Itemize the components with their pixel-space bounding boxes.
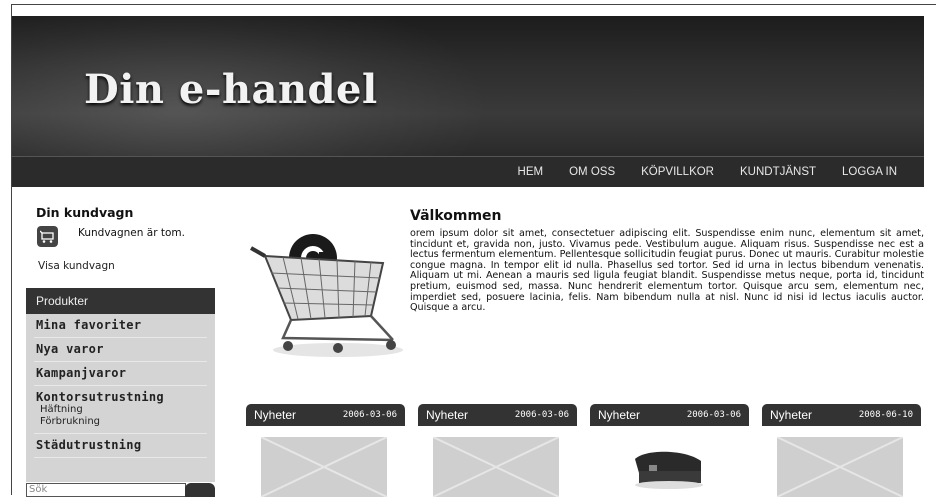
- news-label: Nyheter: [254, 408, 297, 422]
- news-label: Nyheter: [598, 408, 641, 422]
- search-input[interactable]: Sök: [26, 483, 186, 497]
- news-label: Nyheter: [770, 408, 813, 422]
- product-category-campaign[interactable]: Kampanjvaror: [34, 362, 207, 386]
- subcategory-forbrukning[interactable]: Förbrukning: [36, 416, 205, 428]
- news-date: 2006-03-06: [686, 410, 741, 420]
- search-box: Sök: [26, 483, 215, 497]
- nav-item-logga-in[interactable]: LOGGA IN: [829, 157, 910, 187]
- products-panel: Produkter Mina favoriter Nya varor Kampa…: [26, 288, 215, 482]
- news-label: Nyheter: [426, 408, 469, 422]
- product-category-favorites[interactable]: Mina favoriter: [34, 314, 207, 338]
- welcome-text: orem ipsum dolor sit amet, consectetuer …: [410, 228, 924, 314]
- news-date: 2006-03-06: [514, 410, 569, 420]
- site-logo[interactable]: Din e-handel: [84, 66, 378, 113]
- product-category-office[interactable]: Kontorsutrustning Häftning Förbrukning: [34, 386, 207, 434]
- shopping-cart-image: [243, 228, 408, 363]
- news-image-placeholder: [777, 437, 903, 497]
- search-button[interactable]: [185, 483, 215, 497]
- cart-empty-text: Kundvagnen är tom.: [78, 227, 185, 239]
- product-category-cleaning[interactable]: Städutrustning: [34, 434, 207, 458]
- view-cart-link[interactable]: Visa kundvagn: [38, 260, 115, 272]
- nav-item-kopvillkor[interactable]: KÖPVILLKOR: [628, 157, 727, 187]
- news-date: 2008-06-10: [858, 410, 913, 420]
- main-nav: HEM OM OSS KÖPVILLKOR KUNDTJÄNST LOGGA I…: [12, 156, 924, 187]
- nav-item-hem[interactable]: HEM: [505, 157, 557, 187]
- products-heading: Produkter: [26, 288, 215, 314]
- nav-item-om-oss[interactable]: OM OSS: [556, 157, 628, 187]
- stapler-image: [605, 437, 731, 497]
- news-image-placeholder: [433, 437, 559, 497]
- news-image-placeholder: [261, 437, 387, 497]
- subcategory-haftning[interactable]: Häftning: [36, 404, 205, 416]
- news-card[interactable]: Nyheter 2006-03-06: [418, 404, 577, 497]
- news-card[interactable]: Nyheter 2008-06-10: [762, 404, 921, 497]
- nav-item-kundtjanst[interactable]: KUNDTJÄNST: [727, 157, 829, 187]
- news-card[interactable]: Nyheter 2006-03-06: [590, 404, 749, 497]
- product-category-new[interactable]: Nya varor: [34, 338, 207, 362]
- site-header: Din e-handel: [12, 16, 924, 156]
- cart-title: Din kundvagn: [36, 205, 134, 220]
- welcome-title: Välkommen: [410, 208, 502, 224]
- news-card[interactable]: Nyheter 2006-03-06: [246, 404, 405, 497]
- news-date: 2006-03-06: [342, 410, 397, 420]
- cart-icon: [37, 226, 58, 247]
